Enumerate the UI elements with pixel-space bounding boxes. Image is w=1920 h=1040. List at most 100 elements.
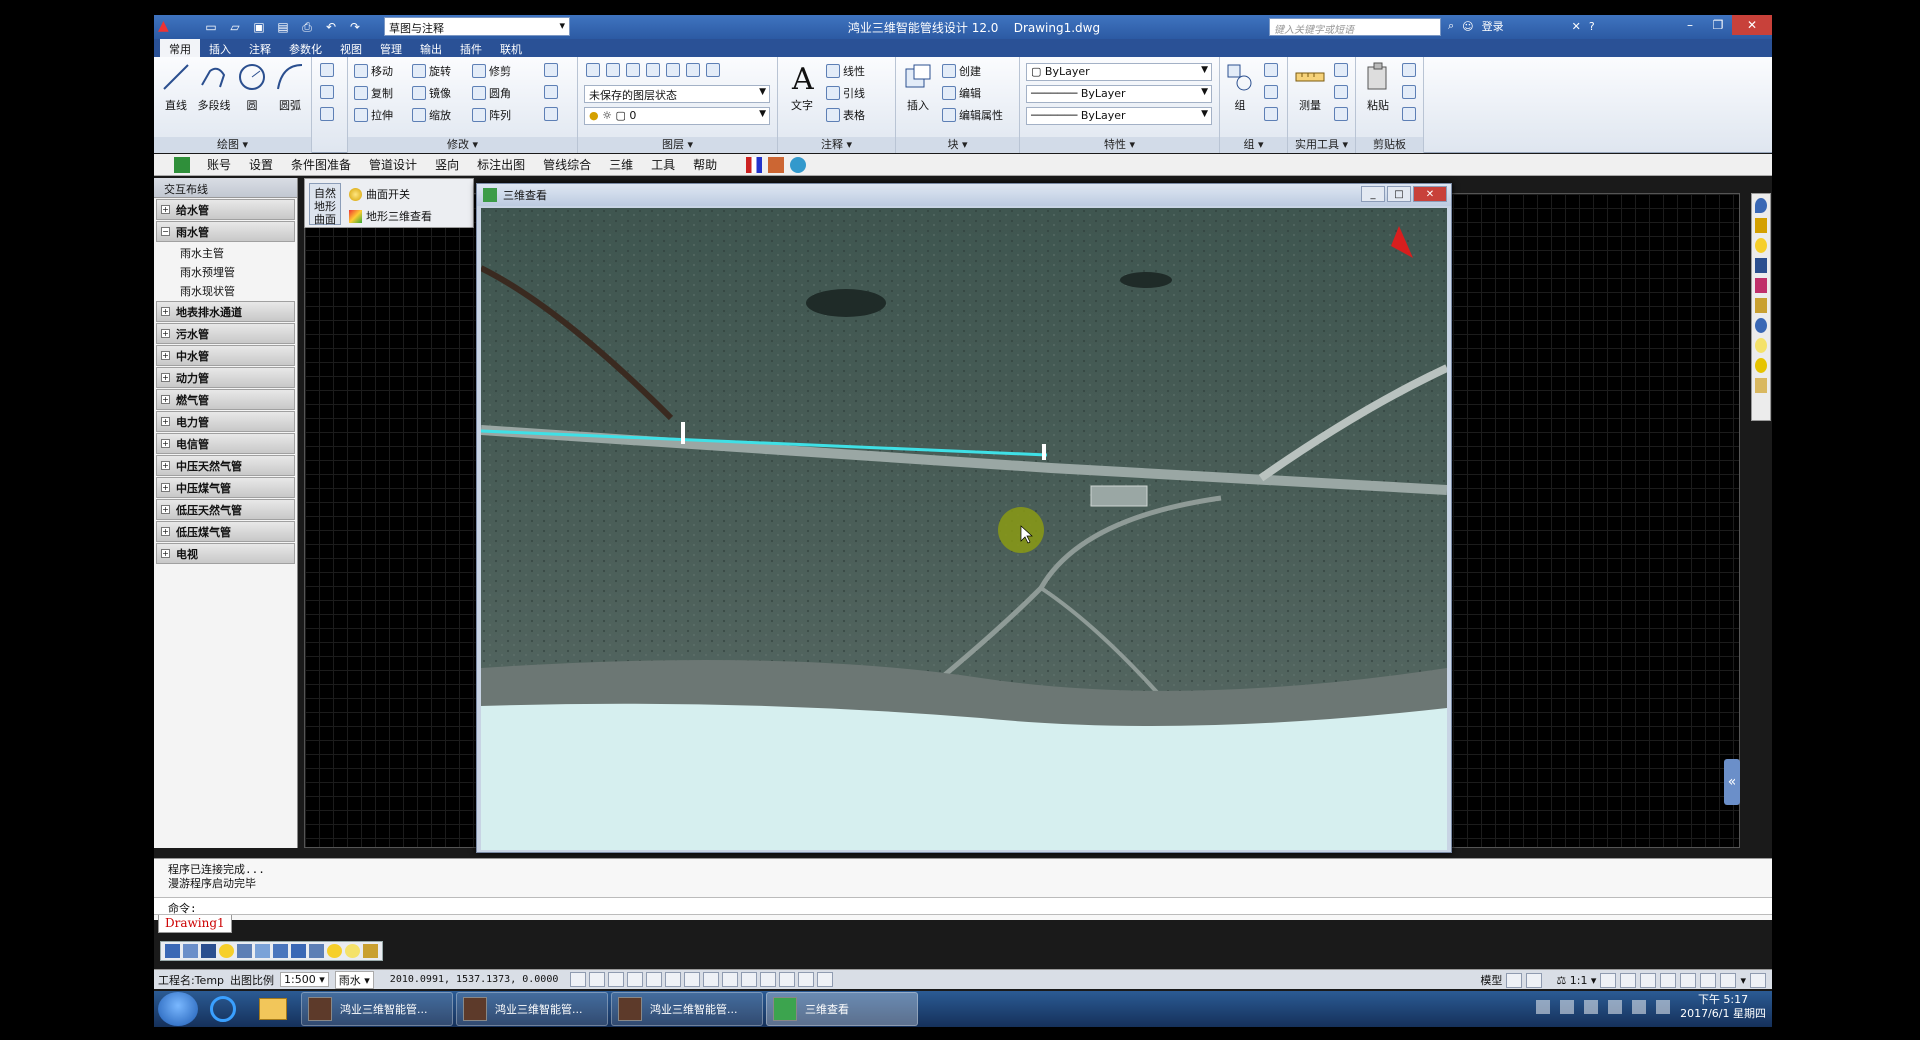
chevron-down-icon[interactable]: ▾ <box>1740 974 1746 987</box>
tree-group[interactable]: + 低压天然气管 <box>156 499 295 520</box>
expand-icon[interactable]: + <box>161 417 170 426</box>
taskbar-item[interactable]: 鸿业三维智能管... <box>456 992 608 1026</box>
sun-icon[interactable] <box>345 944 360 958</box>
calculator-icon[interactable] <box>1334 107 1348 121</box>
layer-match-icon[interactable] <box>606 63 620 77</box>
tab-plugins[interactable]: 插件 <box>451 39 491 57</box>
lineweight-icon[interactable] <box>760 972 777 987</box>
insert-block-button[interactable]: 插入 <box>898 61 938 113</box>
expand-icon[interactable]: + <box>161 505 170 514</box>
table-button[interactable]: 表格 <box>826 107 865 123</box>
expand-icon[interactable]: + <box>161 395 170 404</box>
surface-toggle-button[interactable]: 曲面开关 <box>349 186 410 202</box>
explode-icon[interactable] <box>544 85 558 99</box>
annotation-scale[interactable]: ⚖ 1:1 ▾ <box>1556 974 1596 987</box>
ie-pinned[interactable] <box>198 992 248 1026</box>
menu-condition-prep[interactable]: 条件图准备 <box>282 156 360 173</box>
workspace-gear-icon[interactable] <box>1640 972 1657 988</box>
lightbulb-icon[interactable] <box>1755 238 1767 253</box>
print-icon[interactable]: ⎙ <box>296 17 318 37</box>
menu-3d[interactable]: 三维 <box>600 156 642 173</box>
expand-icon[interactable]: + <box>161 329 170 338</box>
tree-group[interactable]: + 中压天然气管 <box>156 455 295 476</box>
expand-icon[interactable]: + <box>161 351 170 360</box>
scale-button[interactable]: 缩放 <box>412 107 451 123</box>
hatch-icon[interactable] <box>320 85 334 99</box>
annotation-panel-title[interactable]: 注释 ▾ <box>778 137 895 153</box>
layout2-icon[interactable] <box>1526 972 1543 988</box>
menu-pipe-synthesis[interactable]: 管线综合 <box>534 156 600 173</box>
maximize-icon[interactable]: □ <box>1387 186 1411 202</box>
exchange-icon[interactable]: ✕ <box>1572 20 1581 33</box>
create-block-button[interactable]: 创建 <box>942 63 981 79</box>
ortho-icon[interactable] <box>627 972 644 987</box>
search-input[interactable]: 键入关键字或短语 <box>1269 18 1441 36</box>
close-icon[interactable]: ✕ <box>1732 15 1772 35</box>
line-button[interactable]: 直线 <box>156 61 196 113</box>
leader-button[interactable]: 引线 <box>826 85 865 101</box>
tree-group[interactable]: + 电信管 <box>156 433 295 454</box>
taskbar-item[interactable]: 鸿业三维智能管... <box>611 992 763 1026</box>
expand-icon[interactable]: + <box>161 439 170 448</box>
cut-icon[interactable] <box>1402 63 1416 77</box>
polyline-button[interactable]: 多段线 <box>194 61 234 113</box>
otrack-icon[interactable] <box>703 972 720 987</box>
tab-insert[interactable]: 插入 <box>200 39 240 57</box>
bulb-on-icon[interactable] <box>1755 358 1767 373</box>
expand-icon[interactable]: + <box>161 461 170 470</box>
tab-annotate[interactable]: 注释 <box>240 39 280 57</box>
ducs-icon[interactable] <box>722 972 739 987</box>
layer-state-select[interactable]: 未保存的图层状态 ▼ <box>584 85 770 103</box>
unlock-icon[interactable] <box>1755 298 1767 313</box>
copy-button[interactable]: 复制 <box>354 85 393 101</box>
tree-group[interactable]: + 给水管 <box>156 199 295 220</box>
rotate-button[interactable]: 旋转 <box>412 63 451 79</box>
layer-bulb-icon[interactable] <box>219 944 234 958</box>
polar-icon[interactable] <box>646 972 663 987</box>
terrain-render[interactable] <box>481 208 1447 850</box>
snowflake-icon[interactable] <box>1755 318 1767 333</box>
tab-online[interactable]: 联机 <box>491 39 531 57</box>
sun-icon[interactable] <box>1755 338 1767 353</box>
grid-icon[interactable] <box>608 972 625 987</box>
user-group-icon[interactable] <box>790 156 807 173</box>
edit-attributes-button[interactable]: 编辑属性 <box>942 107 1003 123</box>
save-as-icon[interactable]: ▤ <box>272 17 294 37</box>
volume-icon[interactable] <box>1656 1000 1671 1014</box>
measure-button[interactable]: 测量 <box>1290 61 1330 113</box>
current-layer-select[interactable]: ● ☼ ▢ 0 ▼ <box>584 107 770 125</box>
layer-unlock-icon[interactable] <box>363 944 378 958</box>
tree-group[interactable]: + 燃气管 <box>156 389 295 410</box>
3d-terrain-viewport[interactable] <box>481 208 1447 850</box>
lineweight-select[interactable]: ─────── ByLayer ▼ <box>1026 107 1212 125</box>
collapse-icon[interactable]: − <box>161 227 170 236</box>
osnap-icon[interactable] <box>665 972 682 987</box>
expand-icon[interactable]: + <box>161 307 170 316</box>
minimize-icon[interactable]: – <box>1676 15 1704 35</box>
explorer-pinned[interactable] <box>248 992 298 1026</box>
linear-dim-button[interactable]: 线性 <box>826 63 865 79</box>
tree-item[interactable]: 雨水现状管 <box>154 281 297 300</box>
clock[interactable]: 下午 5:17 2017/6/1 星期四 <box>1680 993 1766 1021</box>
region-icon[interactable] <box>320 107 334 121</box>
user-icon[interactable]: ☺ <box>1462 20 1473 33</box>
network-icon[interactable] <box>1584 1000 1599 1014</box>
minimize-icon[interactable]: _ <box>1361 186 1385 202</box>
menu-vertical[interactable]: 竖向 <box>426 156 468 173</box>
erase-icon[interactable] <box>544 63 558 77</box>
layer-isolate-icon[interactable] <box>646 63 660 77</box>
keyboard-icon[interactable] <box>1536 1000 1551 1014</box>
group-edit-icon[interactable] <box>1264 85 1278 99</box>
select-all-icon[interactable] <box>1334 85 1348 99</box>
natural-terrain-surface-button[interactable]: 自然地形曲面 <box>309 183 341 226</box>
stretch-button[interactable]: 拉伸 <box>354 107 393 123</box>
3d-osnap-icon[interactable] <box>684 972 701 987</box>
auto-scale-icon[interactable] <box>1620 972 1637 988</box>
tree-group[interactable]: + 低压煤气管 <box>156 521 295 542</box>
tree-item[interactable]: 雨水主管 <box>154 243 297 262</box>
lock-ui-icon[interactable] <box>1660 972 1677 988</box>
document-tab[interactable]: Drawing1 <box>158 915 232 933</box>
menu-annotate-output[interactable]: 标注出图 <box>468 156 534 173</box>
panel-collapse-icon[interactable]: « <box>1724 759 1740 805</box>
layer-match-icon[interactable] <box>291 944 306 958</box>
